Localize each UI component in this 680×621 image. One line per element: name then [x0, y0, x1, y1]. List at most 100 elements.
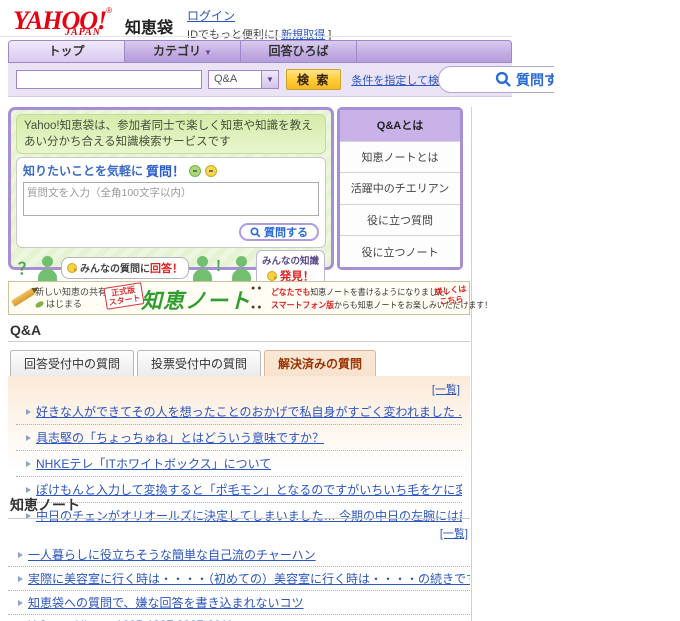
- ask-label-row: 知りたいことを気軽に 質問！: [23, 161, 319, 180]
- question-row: NHKEテレ「ITホワイトボックス」について: [16, 451, 462, 477]
- tab-answering-questions[interactable]: 回答受付中の質問: [10, 350, 134, 376]
- chienote-more-link[interactable]: 詳しくは こちら: [434, 284, 468, 308]
- qa-list-all-link[interactable]: [一覧]: [432, 384, 460, 396]
- official-launch-stamp: 正式版 スタート: [103, 282, 144, 310]
- question-textarea[interactable]: [23, 182, 319, 216]
- login-link[interactable]: ログイン: [187, 9, 235, 23]
- ask-form-box: 知りたいことを気軽に 質問！ 質問する: [16, 157, 326, 248]
- header-divider: [0, 36, 512, 37]
- ask-label: 知りたいことを気軽に: [23, 162, 143, 179]
- chienote-list-link-row: [一覧]: [8, 519, 470, 543]
- search-button[interactable]: 検 索: [286, 69, 341, 90]
- promo-headline: Yahoo!知恵袋は、参加者同士で楽しく知恵や知識を教えあい分かち合える知識検索…: [16, 114, 326, 154]
- msg2-text: からも知恵ノートをお楽しみいただけます！: [334, 300, 492, 310]
- leaf-icon: [34, 300, 44, 309]
- sidebar-item-qa-about[interactable]: Q&Aとは: [340, 110, 460, 142]
- sidebar-item-useful-notes[interactable]: 役に立つノート: [340, 236, 460, 267]
- tab-label: 投票受付中の質問: [151, 357, 247, 371]
- pencil-icon: [11, 288, 35, 307]
- answer-speech-bubble: みんなの質問に 回答！: [61, 257, 189, 279]
- nav-tab-top-label: トップ: [48, 44, 84, 58]
- main-nav: トップ カテゴリ▼ 回答ひろば: [8, 40, 512, 63]
- question-link[interactable]: 好きな人ができてその人を想ったことのおかげで私自身がすごく変われました ...: [36, 403, 462, 420]
- sidebar-item-label: 役に立つノート: [362, 244, 439, 260]
- chienote-section-title: 知恵ノート: [8, 495, 470, 519]
- note-link[interactable]: 一人暮らしに役立ちそうな簡単な自己流のチャーハン: [28, 546, 316, 563]
- sidebar-item-label: 知恵ノートとは: [362, 149, 439, 165]
- question-mark-text: ？: [18, 255, 34, 279]
- note-row: 一人暮らしに役立ちそうな簡単な自己流のチャーハン: [8, 543, 470, 567]
- search-scope-value: Q&A: [209, 71, 261, 88]
- nav-tab-answer-plaza-label: 回答ひろば: [268, 44, 328, 58]
- yahoo-japan-logo[interactable]: YAHOO!® JAPAN: [13, 6, 115, 36]
- chienote-list-all-link[interactable]: [一覧]: [440, 528, 468, 540]
- advanced-search-link[interactable]: 条件を指定して検索: [351, 72, 450, 88]
- chevron-down-icon: ▼: [204, 48, 212, 57]
- note-link[interactable]: 知恵袋への質問で、嫌な回答を書き込まれないコツ: [28, 594, 304, 611]
- ask-submit-row: 質問する: [23, 223, 319, 243]
- triangle-bullet-icon: [26, 409, 31, 415]
- sidebar-item-note-about[interactable]: 知恵ノートとは: [340, 142, 460, 174]
- triangle-bullet-icon: [26, 461, 31, 467]
- nav-tab-top[interactable]: トップ: [9, 41, 125, 62]
- tab-voting-questions[interactable]: 投票受付中の質問: [137, 350, 261, 376]
- question-link[interactable]: 具志堅の「ちょっちゅね」とはどういう意味ですか？: [36, 429, 324, 446]
- note-row: 知恵袋への質問で、嫌な回答を書き込まれないコツ: [8, 591, 470, 615]
- right-column-divider: [471, 107, 472, 621]
- ask-submit-label: 質問する: [264, 224, 308, 240]
- msg1-text: 知恵ノートを書けるようになりました！: [310, 287, 452, 297]
- chienote-banner-title: 知恵ノート: [141, 285, 251, 315]
- triangle-bullet-icon: [18, 576, 23, 582]
- sidebar-item-label: 役に立つ質問: [367, 212, 433, 228]
- nav-tab-answer-plaza[interactable]: 回答ひろば: [241, 41, 357, 62]
- chick-icon: [267, 271, 277, 281]
- msg1-emphasis: どなたでも: [271, 287, 310, 297]
- nav-tab-category[interactable]: カテゴリ▼: [125, 41, 241, 62]
- chienote-banner[interactable]: 新しい知恵の共有 はじまる 正式版 スタート 知恵ノート ●●●● どなたでも知…: [8, 281, 470, 315]
- msg2-emphasis: スマートフォン版: [271, 300, 334, 310]
- triangle-bullet-icon: [26, 435, 31, 441]
- magnifier-icon: [495, 71, 512, 88]
- sidebar-menu: Q&Aとは 知恵ノートとは 活躍中のチエリアン 役に立つ質問 役に立つノート: [337, 107, 463, 270]
- sidebar-item-active-chierian[interactable]: 活躍中のチエリアン: [340, 173, 460, 205]
- triangle-bullet-icon: [26, 487, 31, 493]
- page: YAHOO!® JAPAN 知恵袋 ログイン IDでもっと便利に[ 新規取得 ]…: [0, 0, 680, 621]
- search-scope-select[interactable]: Q&A ▼: [208, 70, 279, 89]
- search-input[interactable]: [16, 70, 202, 89]
- dropdown-arrow-icon[interactable]: ▼: [261, 71, 278, 88]
- answer-bubble-emphasis: 回答！: [150, 260, 183, 276]
- chienote-section: 知恵ノート [一覧] 一人暮らしに役立ちそうな簡単な自己流のチャーハン 実際に美…: [8, 495, 470, 621]
- magnifier-icon: [250, 227, 261, 238]
- ask-question-label: 質問する: [516, 70, 554, 90]
- ask-question-button-clipped: 質問する: [438, 66, 554, 95]
- promo-banner: Yahoo!知恵袋は、参加者同士で楽しく知恵や知識を教えあい分かち合える知識検索…: [8, 107, 334, 270]
- service-title: 知恵袋: [125, 14, 173, 38]
- sidebar-item-label: Q&Aとは: [377, 117, 423, 133]
- chienote-tagline-line2: はじまる: [46, 298, 82, 310]
- triangle-bullet-icon: [18, 552, 23, 558]
- tab-label: 回答受付中の質問: [24, 357, 120, 371]
- smiley-icon: [189, 165, 201, 177]
- question-row: 具志堅の「ちょっちゅね」とはどういう意味ですか？: [16, 425, 462, 451]
- answer-bubble-text: みんなの質問に: [80, 260, 150, 275]
- ask-submit-button[interactable]: 質問する: [239, 223, 319, 241]
- spiral-binding-icon: ●●●●: [251, 285, 265, 311]
- note-row: X Japan History 1985-1997,2007-2011: [8, 615, 470, 621]
- question-row: 好きな人ができてその人を想ったことのおかげで私自身がすごく変われました ...: [16, 399, 462, 425]
- ask-question-button[interactable]: 質問する: [438, 66, 554, 93]
- note-row: 実際に美容室に行く時は・・・・（初めての）美容室に行く時は・・・・の続きです。.…: [8, 567, 470, 591]
- chick-icon: [67, 263, 77, 273]
- qa-tabs: 回答受付中の質問 投票受付中の質問 解決済みの質問: [8, 350, 470, 376]
- sidebar-item-useful-questions[interactable]: 役に立つ質問: [340, 205, 460, 237]
- flower-face-icon: [205, 165, 217, 177]
- question-link[interactable]: NHKEテレ「ITホワイトボックス」について: [36, 455, 271, 472]
- note-link[interactable]: 実際に美容室に行く時は・・・・（初めての）美容室に行く時は・・・・の続きです。.…: [28, 570, 470, 587]
- tab-resolved-questions[interactable]: 解決済みの質問: [264, 350, 376, 376]
- chienote-tagline-line1: 新しい知恵の共有: [35, 286, 107, 298]
- exclamation-mark-text: ！: [215, 256, 229, 276]
- tab-label: 解決済みの質問: [278, 357, 362, 371]
- triangle-bullet-icon: [18, 600, 23, 606]
- search-panel: Q&A ▼ 検 索 条件を指定して検索 質問する: [8, 63, 512, 97]
- ask-label-emphasis: 質問！: [146, 161, 185, 180]
- chienote-tagline: 新しい知恵の共有 はじまる: [35, 286, 107, 310]
